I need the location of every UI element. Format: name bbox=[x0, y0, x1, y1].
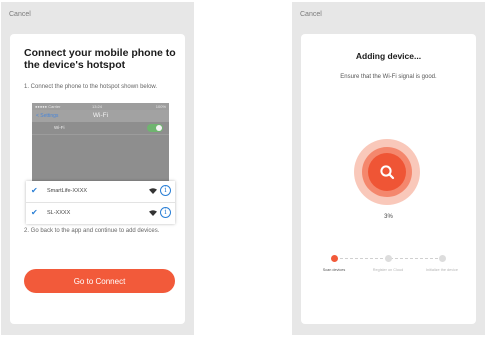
network-name: SmartLife-XXXX bbox=[47, 188, 88, 194]
adding-device-card: Adding device... Ensure that the Wi-Fi s… bbox=[301, 34, 476, 324]
instruction-step-1: 1. Connect the phone to the hotspot show… bbox=[24, 84, 158, 90]
hotspot-list-popup: ✔ SmartLife-XXXX i ✔ SL-XXXX i bbox=[26, 181, 175, 224]
page-title: Adding device... bbox=[355, 51, 422, 61]
illustration-status-bar: ●●●●● Carrier 13:24 100% bbox=[32, 103, 169, 110]
status-battery: 100% bbox=[155, 104, 166, 109]
illustration-nav-title: Wi-Fi bbox=[92, 112, 109, 119]
hotspot-card: Connect your mobile phone to the device'… bbox=[10, 34, 185, 324]
illustration-nav-bar: < Settings Wi-Fi bbox=[32, 110, 169, 122]
cancel-button[interactable]: Cancel bbox=[300, 11, 322, 18]
wifi-signal-icon bbox=[149, 210, 157, 216]
status-time: 13:24 bbox=[92, 104, 103, 109]
wifi-toggle-icon bbox=[147, 124, 163, 132]
checkmark-icon: ✔ bbox=[31, 208, 38, 217]
network-row[interactable]: ✔ SL-XXXX i bbox=[26, 203, 175, 224]
search-icon bbox=[380, 165, 395, 180]
progress-percent: 3% bbox=[384, 214, 393, 220]
instruction-step-2: 2. Go back to the app and continue to ad… bbox=[24, 228, 160, 234]
illustration-row-wifi: Wi-Fi bbox=[32, 122, 169, 135]
status-carrier: ●●●●● Carrier bbox=[35, 104, 61, 109]
step-indicator-initialize bbox=[439, 255, 446, 262]
illustration-row-label: Wi-Fi bbox=[54, 125, 65, 130]
network-row[interactable]: ✔ SmartLife-XXXX i bbox=[26, 181, 175, 203]
info-icon[interactable]: i bbox=[160, 185, 171, 196]
wifi-signal-hint: Ensure that the Wi-Fi signal is good. bbox=[340, 74, 437, 80]
step-indicator-scan bbox=[331, 255, 338, 262]
step-label-scan: Scan devices bbox=[322, 268, 346, 272]
wifi-signal-icon bbox=[149, 188, 157, 194]
info-icon[interactable]: i bbox=[160, 207, 171, 218]
cancel-button[interactable]: Cancel bbox=[9, 11, 31, 18]
step-label-register: Register on Cloud bbox=[372, 268, 404, 272]
adding-device-screen: Cancel Adding device... Ensure that the … bbox=[292, 2, 485, 335]
hotspot-connect-screen: Cancel Connect your mobile phone to the … bbox=[1, 2, 194, 335]
step-label-initialize: Initialize the device bbox=[425, 268, 459, 272]
network-name: SL-XXXX bbox=[47, 210, 71, 216]
page-title: Connect your mobile phone to the device'… bbox=[24, 47, 176, 71]
go-to-connect-button[interactable]: Go to Connect bbox=[24, 269, 175, 293]
step-indicator-register bbox=[385, 255, 392, 262]
checkmark-icon: ✔ bbox=[31, 186, 38, 195]
